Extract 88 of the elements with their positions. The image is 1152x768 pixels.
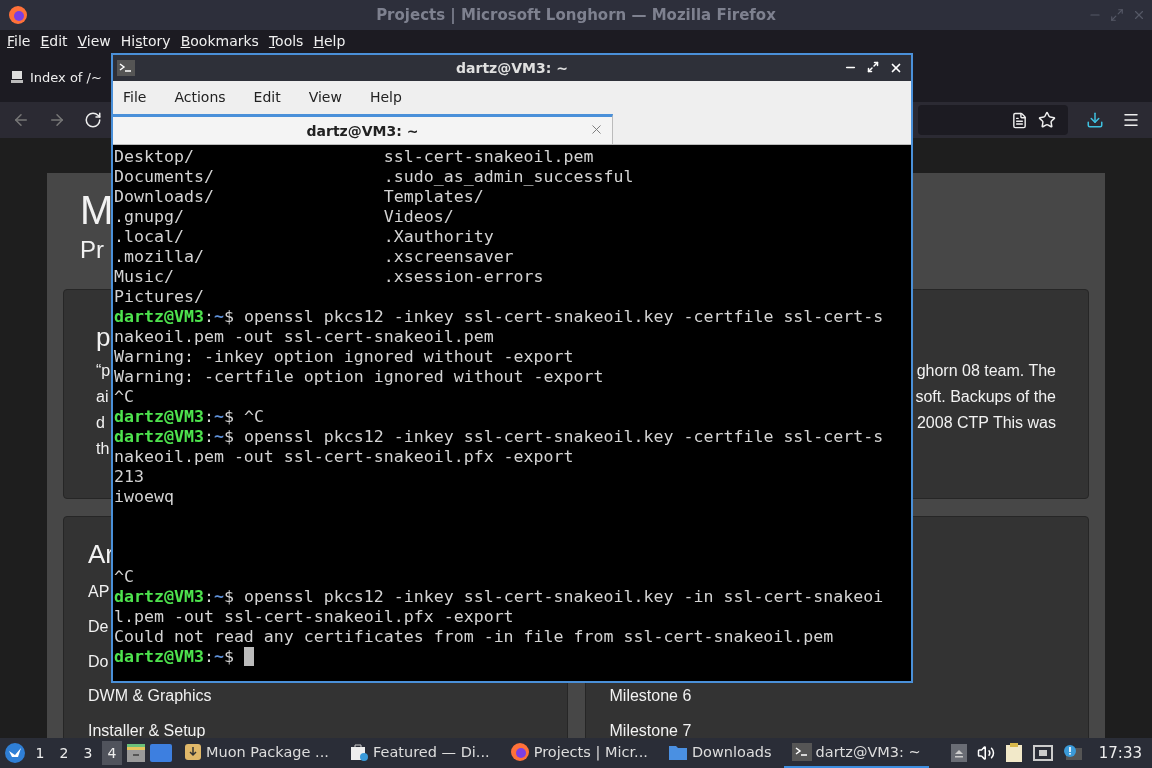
menu-icon[interactable] bbox=[1122, 111, 1140, 129]
menu-item[interactable]: Help bbox=[308, 33, 351, 49]
eject-icon[interactable] bbox=[950, 744, 967, 762]
terminal-line: l.pem -out ssl-cert-snakeoil.pfx -export bbox=[114, 607, 515, 627]
address-bar[interactable] bbox=[918, 105, 1068, 135]
terminal-line: Desktop/ ssl-cert-snakeoil.pem bbox=[114, 147, 595, 167]
terminal-line: Documents/ .sudo_as_admin_successful bbox=[114, 167, 635, 187]
star-icon[interactable] bbox=[1038, 111, 1056, 129]
terminal-tab[interactable]: dartz@VM3: ~ bbox=[113, 114, 613, 144]
window-title: Projects | Microsoft Longhorn — Mozilla Firefox bbox=[376, 6, 776, 24]
area-link[interactable]: AP bbox=[88, 582, 110, 602]
terminal-line: .local/ .Xauthority bbox=[114, 227, 495, 247]
download-icon[interactable] bbox=[1086, 111, 1104, 129]
page-title: M bbox=[80, 187, 114, 234]
terminal-line: dartz@VM3:~$ openssl pkcs12 -inkey ssl-cert-snakeoil.key -certfile ssl-cert-s bbox=[114, 307, 884, 327]
menu-item[interactable]: View bbox=[302, 89, 354, 105]
terminal-line: ^C bbox=[114, 387, 135, 407]
terminal-line: Music/ .xsession-errors bbox=[114, 267, 545, 287]
close-icon[interactable] bbox=[889, 61, 903, 75]
menu-item[interactable]: History bbox=[115, 33, 176, 49]
area-link[interactable]: De bbox=[88, 616, 109, 637]
terminal-line: dartz@VM3:~$ openssl pkcs12 -inkey ssl-cert-snakeoil.key -certfile ssl-cert-s bbox=[114, 427, 884, 447]
terminal-line: Warning: -certfile option ignored without -export bbox=[114, 367, 605, 387]
notification-icon[interactable] bbox=[1062, 744, 1083, 762]
workspace-button[interactable]: 1 bbox=[30, 741, 50, 765]
paragraph-text: ai bbox=[96, 387, 109, 407]
menu-item[interactable]: View bbox=[72, 33, 116, 49]
taskbar-task[interactable]: Featured — Di... bbox=[340, 738, 498, 768]
reader-view-icon[interactable] bbox=[1011, 111, 1028, 129]
menu-item[interactable]: Actions bbox=[168, 89, 238, 105]
terminal-line: ^C bbox=[114, 567, 135, 587]
card-heading: Ar bbox=[88, 538, 114, 571]
milestone-link[interactable]: Milestone 7 bbox=[609, 720, 692, 738]
menu-item[interactable]: Bookmarks bbox=[175, 33, 264, 49]
paragraph-text: ghorn 08 team. The bbox=[916, 361, 1056, 381]
terminal-line: Pictures/ bbox=[114, 287, 205, 307]
clock: 17:33 bbox=[1098, 744, 1142, 762]
folder-icon bbox=[667, 743, 688, 761]
terminal-line: 213 bbox=[114, 467, 145, 487]
terminal-line: nakeoil.pem -out ssl-cert-snakeoil.pem bbox=[114, 327, 495, 347]
paragraph-text: 2008 CTP This was bbox=[916, 413, 1056, 433]
paragraph-text: “p bbox=[96, 361, 111, 381]
menu-item[interactable]: Edit bbox=[247, 89, 293, 105]
taskbar-task[interactable]: Muon Package ... bbox=[176, 738, 337, 768]
terminal-line: Downloads/ Templates/ bbox=[114, 187, 485, 207]
menu-item[interactable]: Help bbox=[363, 89, 414, 105]
browser-tab[interactable]: Index of /~ bbox=[10, 69, 102, 85]
area-link[interactable]: Do bbox=[88, 651, 109, 672]
workspace-button[interactable]: 2 bbox=[54, 741, 74, 765]
terminal-line: nakeoil.pem -out ssl-cert-snakeoil.pfx -export bbox=[114, 447, 575, 467]
menu-item[interactable]: File bbox=[2, 33, 36, 49]
maximize-icon[interactable] bbox=[867, 61, 879, 75]
terminal-line: Warning: -inkey option ignored without -export bbox=[114, 347, 575, 367]
terminal-line: dartz@VM3:~$ openssl pkcs12 -inkey ssl-cert-snakeoil.key -in ssl-cert-snakeoi bbox=[114, 587, 884, 607]
terminal-icon bbox=[791, 743, 812, 761]
terminal-line: iwoewq bbox=[114, 487, 175, 507]
terminal-line: .gnupg/ Videos/ bbox=[114, 207, 455, 227]
workspace-button[interactable]: 3 bbox=[78, 741, 98, 765]
paragraph-text: d bbox=[96, 413, 105, 433]
paragraph-text: th bbox=[96, 439, 110, 459]
page-subtitle: Pr bbox=[80, 235, 104, 265]
volume-icon[interactable] bbox=[976, 744, 995, 762]
clipboard-icon[interactable] bbox=[1004, 743, 1023, 763]
terminal-line: dartz@VM3:~$ ^C bbox=[114, 407, 264, 427]
package-icon bbox=[184, 743, 202, 761]
window-title: dartz@VM3: ~ bbox=[456, 60, 568, 76]
shopping-bag-icon bbox=[348, 742, 369, 762]
back-icon[interactable] bbox=[12, 111, 30, 129]
terminal-line: dartz@VM3:~$ bbox=[114, 647, 234, 667]
menu-item[interactable]: Tools bbox=[263, 33, 309, 49]
menu-item[interactable]: File bbox=[117, 89, 159, 105]
taskbar-task[interactable]: Downloads bbox=[659, 738, 780, 768]
area-link[interactable]: DWM & Graphics bbox=[88, 686, 212, 707]
server-icon bbox=[10, 70, 24, 84]
paragraph-text: soft. Backups of the bbox=[915, 387, 1056, 407]
taskbar-task[interactable]: Projects | Micr... bbox=[501, 738, 656, 768]
menu-item[interactable]: Edit bbox=[35, 33, 73, 49]
terminal-icon bbox=[117, 60, 135, 76]
network-icon[interactable] bbox=[1032, 745, 1053, 761]
file-cabinet-icon[interactable] bbox=[126, 743, 146, 763]
reload-icon[interactable] bbox=[84, 111, 102, 129]
terminal-line: .mozilla/ .xscreensaver bbox=[114, 247, 515, 267]
forward-icon[interactable] bbox=[48, 111, 66, 129]
workspace-button[interactable]: 4 bbox=[102, 741, 122, 765]
terminal-line: Could not read any certificates from -in file from ssl-cert-snakeoil.pem bbox=[114, 627, 835, 647]
milestone-link[interactable]: Milestone 6 bbox=[609, 686, 692, 706]
card-heading: p bbox=[96, 321, 111, 354]
taskbar-task[interactable]: dartz@VM3: ~ bbox=[783, 738, 929, 768]
